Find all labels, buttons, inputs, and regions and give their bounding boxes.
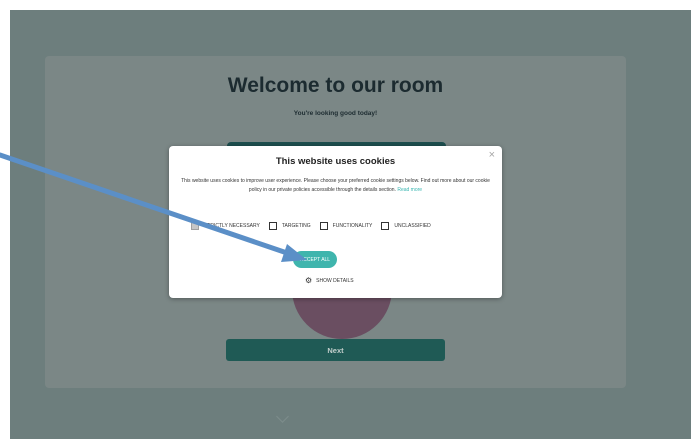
option-label: TARGETING bbox=[281, 223, 311, 229]
gear-icon: ⚙ bbox=[305, 276, 313, 285]
cookie-dialog-description: This website uses cookies to improve use… bbox=[177, 177, 494, 195]
read-more-link[interactable]: Read more bbox=[397, 187, 422, 193]
checkbox-unclassified[interactable] bbox=[381, 222, 390, 230]
next-button[interactable]: Next bbox=[226, 339, 445, 361]
option-label: STRICTLY NECESSARY bbox=[204, 223, 260, 229]
show-details-button[interactable]: ⚙ SHOW DETAILS bbox=[305, 277, 354, 285]
option-strictly-necessary[interactable]: STRICTLY NECESSARY bbox=[191, 222, 260, 230]
checkbox-targeting[interactable] bbox=[268, 222, 277, 230]
option-targeting[interactable]: TARGETING bbox=[268, 222, 311, 230]
option-label: UNCLASSIFIED bbox=[394, 223, 431, 229]
show-details-label: SHOW DETAILS bbox=[316, 278, 354, 284]
page-subtitle: You're looking good today! bbox=[293, 110, 378, 117]
cookie-dialog: × This website uses cookies This website… bbox=[169, 146, 502, 298]
cookie-options: STRICTLY NECESSARY TARGETING FUNCTIONALI… bbox=[191, 222, 440, 230]
chevron-down-icon bbox=[276, 410, 289, 423]
description-text: This website uses cookies to improve use… bbox=[181, 178, 490, 193]
accept-all-button[interactable]: ACCEPT ALL bbox=[293, 251, 337, 268]
option-unclassified[interactable]: UNCLASSIFIED bbox=[381, 222, 431, 230]
checkbox-strictly-necessary[interactable] bbox=[191, 222, 199, 230]
option-functionality[interactable]: FUNCTIONALITY bbox=[319, 222, 373, 230]
checkbox-functionality[interactable] bbox=[319, 222, 328, 230]
cookie-dialog-title: This website uses cookies bbox=[275, 156, 396, 167]
option-label: FUNCTIONALITY bbox=[332, 223, 373, 229]
page-title: Welcome to our room bbox=[227, 74, 444, 97]
